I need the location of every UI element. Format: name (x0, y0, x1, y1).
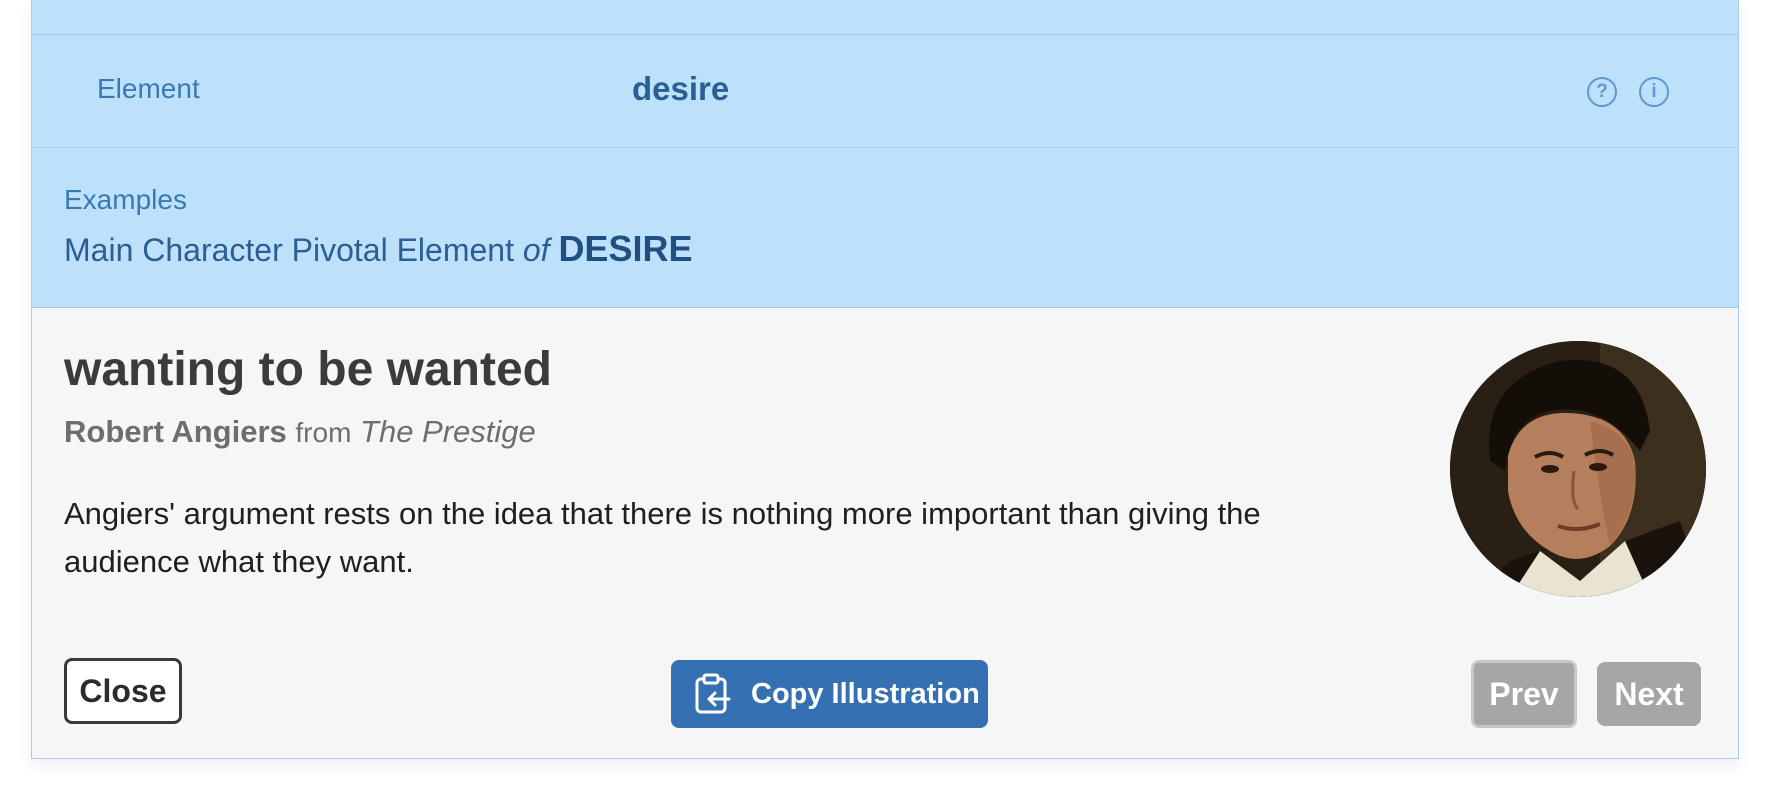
prev-button[interactable]: Prev (1471, 660, 1577, 728)
example-from: from (295, 417, 352, 448)
examples-path-connector: of (522, 232, 550, 268)
examples-section: Examples Main Character Pivotal Element … (32, 148, 1738, 308)
clipboard-arrow-icon (693, 673, 733, 715)
help-icon[interactable]: ? (1587, 77, 1617, 107)
example-source: Robert Angiers from The Prestige (64, 414, 536, 450)
copy-illustration-button[interactable]: Copy Illustration (671, 660, 988, 728)
examples-path-target: DESIRE (558, 228, 693, 269)
examples-path-prefix: Main Character Pivotal Element (64, 232, 514, 268)
info-icon[interactable]: i (1639, 77, 1669, 107)
example-title: wanting to be wanted (64, 343, 552, 396)
close-button[interactable]: Close (64, 658, 182, 724)
example-work: The Prestige (360, 414, 536, 449)
element-value: desire (632, 70, 730, 107)
dialog-top-strip (32, 0, 1738, 35)
copy-illustration-label: Copy Illustration (751, 677, 980, 710)
example-description: Angiers' argument rests on the idea that… (64, 496, 1261, 579)
next-button[interactable]: Next (1597, 662, 1701, 726)
element-row: Element desire ? i (32, 35, 1738, 148)
element-label: Element (97, 73, 200, 104)
example-character: Robert Angiers (64, 414, 287, 449)
example-dialog: Element desire ? i Examples Main Charact… (31, 0, 1739, 759)
examples-path: Main Character Pivotal Element of DESIRE (64, 228, 692, 270)
character-avatar (1450, 341, 1706, 597)
examples-label: Examples (64, 184, 187, 215)
